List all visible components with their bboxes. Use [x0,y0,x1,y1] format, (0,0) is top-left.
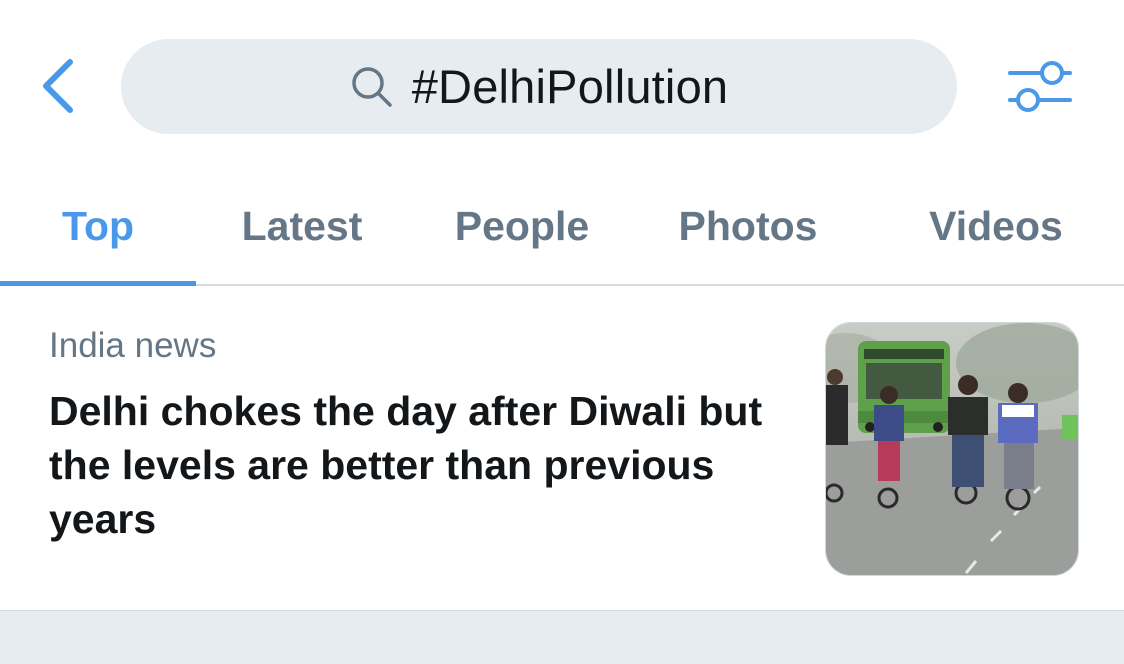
search-tabs: Top Latest People Photos Videos [0,170,1124,286]
news-headline[interactable]: Delhi chokes the day after Diwali but th… [49,384,789,546]
section-divider [0,610,1124,664]
news-category-label: India news [49,326,217,365]
search-icon [350,65,394,109]
cyclists-street-photo [826,323,1078,575]
tab-videos[interactable]: Videos [900,170,1092,282]
news-card[interactable]: India news Delhi chokes the day after Di… [0,286,1124,610]
chevron-left-icon [43,59,73,113]
news-thumbnail-image[interactable] [825,322,1079,576]
tab-top[interactable]: Top [0,170,196,282]
back-button[interactable] [30,55,86,117]
tab-photos[interactable]: Photos [648,170,848,282]
search-filter-button[interactable] [1000,55,1080,117]
search-header: #DelhiPollution [0,0,1124,170]
search-query-text[interactable]: #DelhiPollution [412,59,729,114]
tab-latest[interactable]: Latest [206,170,398,282]
search-bar[interactable]: #DelhiPollution [121,39,957,134]
filter-sliders-icon [1008,61,1072,112]
tab-people[interactable]: People [420,170,624,282]
